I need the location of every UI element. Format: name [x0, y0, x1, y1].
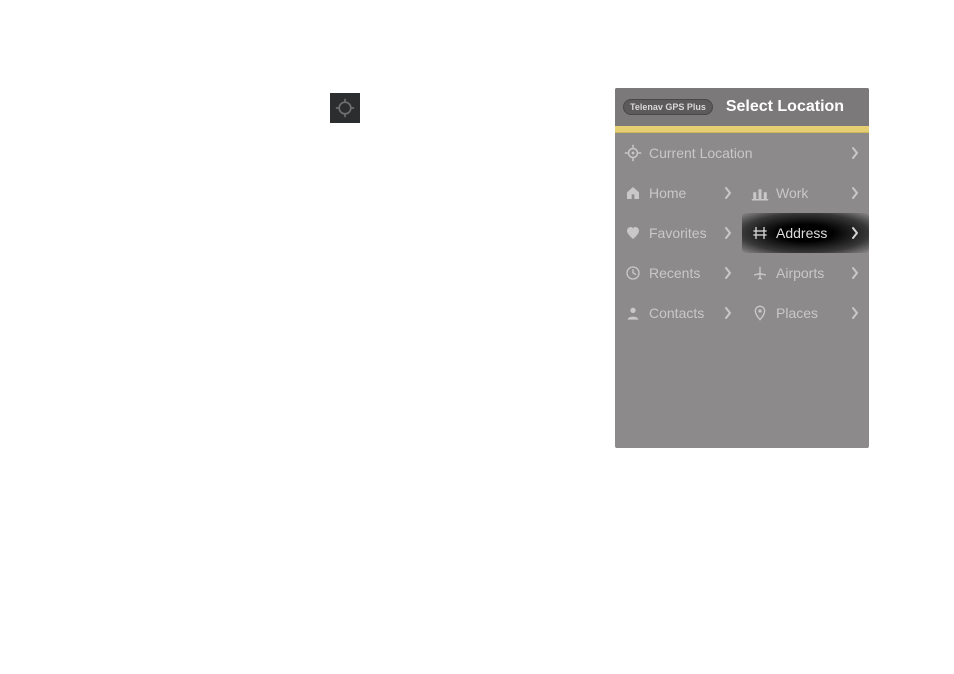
- clock-icon: [623, 263, 643, 283]
- row-recents-airports: Recents Airports: [615, 253, 869, 293]
- chevron-right-icon: [722, 306, 734, 320]
- item-current-location[interactable]: Current Location: [615, 133, 869, 173]
- item-address[interactable]: Address: [742, 213, 869, 253]
- crosshair-icon: [623, 143, 643, 163]
- item-home[interactable]: Home: [615, 173, 742, 213]
- select-location-panel: Telenav GPS Plus Select Location Current: [615, 88, 869, 448]
- chevron-right-icon: [849, 266, 861, 280]
- item-label: Places: [776, 305, 849, 321]
- item-label: Recents: [649, 265, 722, 281]
- app-badge: Telenav GPS Plus: [623, 99, 713, 115]
- item-label: Airports: [776, 265, 849, 281]
- item-label: Contacts: [649, 305, 722, 321]
- chevron-right-icon: [849, 306, 861, 320]
- home-icon: [623, 183, 643, 203]
- chevron-right-icon: [849, 226, 861, 240]
- item-label: Address: [776, 225, 849, 241]
- item-places[interactable]: Places: [742, 293, 869, 333]
- contacts-icon: [623, 303, 643, 323]
- item-label: Current Location: [649, 145, 849, 161]
- chevron-right-icon: [849, 186, 861, 200]
- item-label: Work: [776, 185, 849, 201]
- address-icon: [750, 223, 770, 243]
- pin-icon: [750, 303, 770, 323]
- item-recents[interactable]: Recents: [615, 253, 742, 293]
- row-contacts-places: Contacts Places: [615, 293, 869, 333]
- chevron-right-icon: [722, 266, 734, 280]
- chevron-right-icon: [722, 226, 734, 240]
- work-icon: [750, 183, 770, 203]
- chevron-right-icon: [722, 186, 734, 200]
- panel-header: Telenav GPS Plus Select Location: [615, 88, 869, 126]
- item-airports[interactable]: Airports: [742, 253, 869, 293]
- heart-icon: [623, 223, 643, 243]
- location-options: Current Location Home: [615, 133, 869, 448]
- item-label: Favorites: [649, 225, 722, 241]
- row-current-location: Current Location: [615, 133, 869, 173]
- item-favorites[interactable]: Favorites: [615, 213, 742, 253]
- item-label: Home: [649, 185, 722, 201]
- item-contacts[interactable]: Contacts: [615, 293, 742, 333]
- row-home-work: Home Work: [615, 173, 869, 213]
- airplane-icon: [750, 263, 770, 283]
- chevron-right-icon: [849, 146, 861, 160]
- item-work[interactable]: Work: [742, 173, 869, 213]
- row-favorites-address: Favorites Address: [615, 213, 869, 253]
- accent-bar: [615, 126, 869, 133]
- target-icon: [330, 93, 360, 123]
- page-title: Select Location: [709, 98, 861, 116]
